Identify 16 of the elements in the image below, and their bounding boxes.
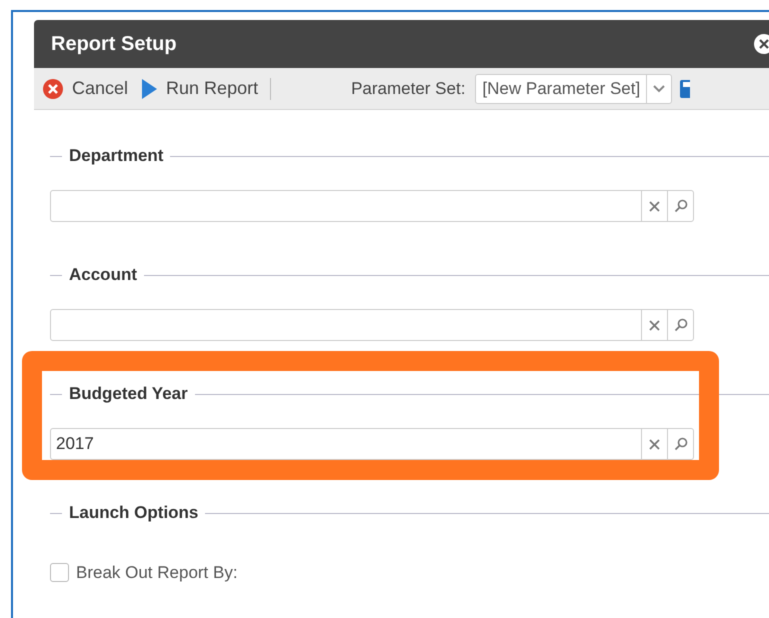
checkbox[interactable] [50, 563, 69, 582]
section-heading: Budgeted Year [68, 383, 189, 406]
section-heading: Launch Options [68, 502, 200, 524]
parameter-set-label: Parameter Set: [351, 78, 466, 100]
section-heading: Department [68, 145, 164, 168]
close-icon[interactable] [753, 33, 769, 55]
cancel-icon [42, 78, 64, 100]
window-title: Report Setup [51, 32, 177, 57]
checkbox-label: Break Out Report By: [76, 562, 238, 584]
section-heading: Account [68, 264, 138, 286]
cancel-button[interactable]: Cancel [42, 75, 140, 102]
run-report-button[interactable]: Run Report [140, 75, 270, 102]
save-icon[interactable] [680, 78, 690, 98]
chevron-down-icon [652, 84, 666, 94]
parameter-set-dropdown[interactable]: [New Parameter Set] [475, 74, 672, 104]
play-icon [140, 78, 158, 100]
